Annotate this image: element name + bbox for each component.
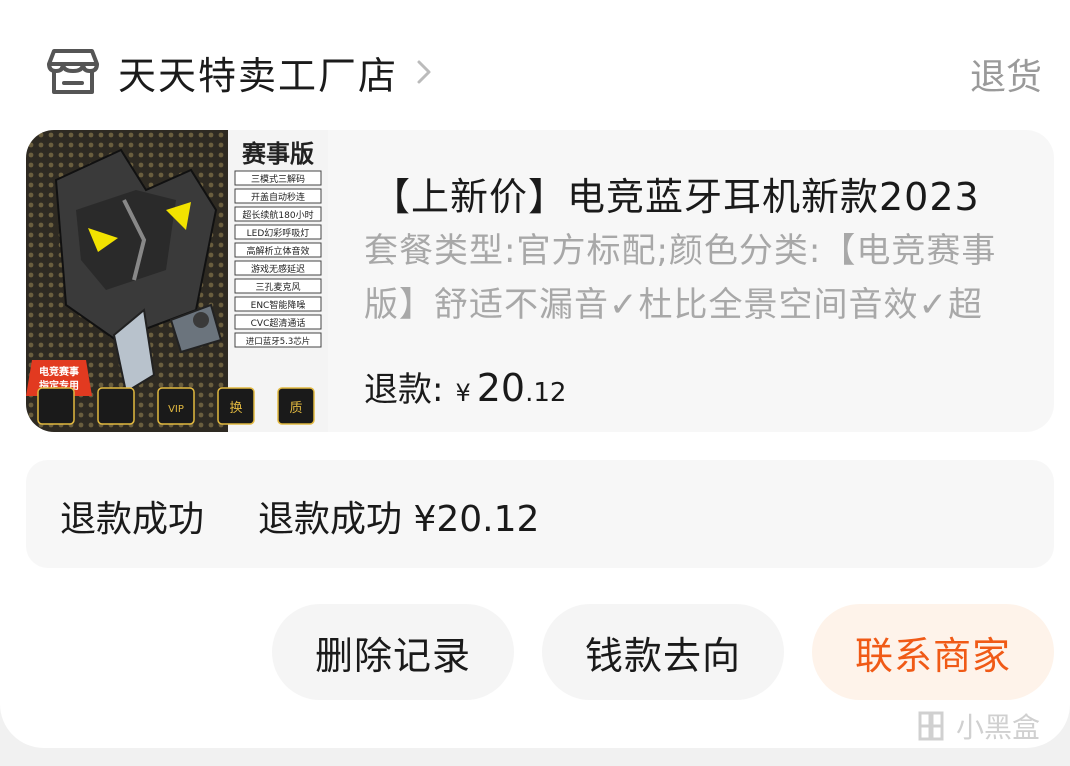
product-refund-amount: 退款: ¥ 20 .12 [364,362,566,411]
contact-seller-button[interactable]: 联系商家 [812,604,1054,700]
product-spec: 套餐类型:官方标配;颜色分类:【电竞赛事版】舒适不漏音✓杜比全景空间音效✓超 [364,231,997,325]
thumb-feature: 开盖自动秒连 [251,191,305,203]
thumb-badge: 赛事版 [241,140,314,168]
thumb-feature: 三模式三解码 [251,173,305,185]
order-status: 退货 [969,57,1042,98]
amount-decimal: .12 [525,378,567,408]
thumb-feature: 超长续航180小时 [242,209,313,221]
thumb-icon-label: VIP [168,404,184,415]
refund-status-box[interactable]: 退款成功 退款成功 ¥20.12 [26,460,1054,568]
thumb-icon-label: 换 [229,401,242,416]
currency-symbol: ¥ [455,379,471,407]
product-image: 赛事版 三模式三解码 开盖自动秒连 超长续航180小时 LED幻彩呼吸灯 高解析… [26,130,328,432]
thumb-feature: LED幻彩呼吸灯 [247,227,310,239]
refund-status-value: 退款成功 ¥20.12 [258,499,540,540]
watermark-text: 小黑盒 [955,711,1040,744]
thumb-icon-label: 质 [289,401,302,416]
store-header[interactable]: 天天特卖工厂店 [46,44,434,100]
watermark: 小黑盒 [914,706,1040,746]
store-icon [46,45,100,99]
amount-integer: 20 [476,366,526,410]
thumb-tag: 电竞赛事 [39,365,79,378]
money-flow-button[interactable]: 钱款去向 [542,604,784,700]
delete-record-button[interactable]: 删除记录 [272,604,514,700]
store-name[interactable]: 天天特卖工厂店 [118,45,398,100]
thumb-feature: CVC超清通话 [251,317,306,329]
thumb-feature: 游戏无感延迟 [251,263,305,275]
thumb-feature: 三孔麦克风 [255,281,300,293]
product-item[interactable]: 赛事版 三模式三解码 开盖自动秒连 超长续航180小时 LED幻彩呼吸灯 高解析… [26,130,1054,432]
xiaoheihe-logo-icon [918,711,944,741]
order-card: 天天特卖工厂店 退货 赛事版 三模式三解码 开盖自动秒连 超长续航180小时 L… [0,0,1070,748]
thumb-feature: 高解析立体音效 [246,245,309,257]
product-title[interactable]: 【上新价】电竞蓝牙耳机新款2023 [372,166,980,221]
thumb-feature: ENC智能降噪 [251,299,306,311]
chevron-right-icon[interactable] [414,57,434,87]
thumb-feature: 进口蓝牙5.3芯片 [246,336,311,347]
refund-status-label: 退款成功 [60,499,205,540]
refund-label: 退款: [364,370,444,410]
